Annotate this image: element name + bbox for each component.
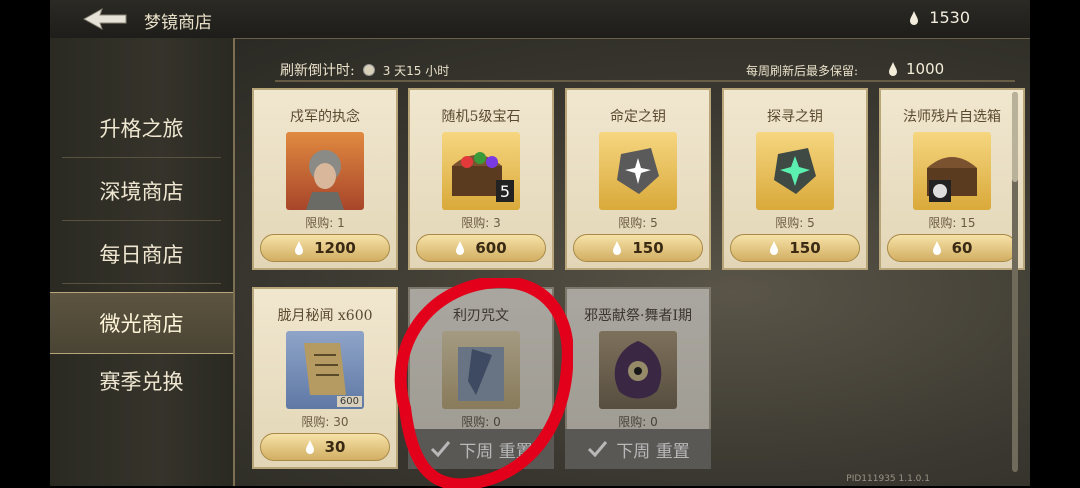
warrior-portrait-icon xyxy=(306,150,344,210)
fate-key-stone-icon xyxy=(617,148,659,194)
item-image xyxy=(442,331,520,409)
glimmer-currency-icon xyxy=(295,241,304,255)
shop-item-card[interactable]: 法师残片自选箱 限购: 15 60 xyxy=(879,88,1025,270)
buy-button[interactable]: 60 xyxy=(887,234,1017,262)
price: 150 xyxy=(632,239,664,257)
item-image: 600 xyxy=(286,331,364,409)
item-name: 随机5级宝石 xyxy=(441,109,521,125)
sidebar: 升格之旅 深境商店 每日商店 微光商店 赛季兑换 xyxy=(50,38,235,486)
price: 150 xyxy=(789,239,821,257)
buy-button[interactable]: 1200 xyxy=(260,234,390,262)
build-info: PID111935 1.1.0.1 xyxy=(846,474,930,484)
shop-item-card[interactable]: 利刃咒文 限购: 0 下周 重置 xyxy=(408,287,554,469)
item-image xyxy=(286,132,364,210)
price: 30 xyxy=(324,438,346,456)
glimmer-currency-icon xyxy=(613,241,622,255)
sidebar-item-daily-shop[interactable]: 每日商店 xyxy=(50,224,233,284)
item-image xyxy=(599,132,677,210)
glimmer-currency-icon xyxy=(910,10,919,25)
refresh-timer: 刷新倒计时: 3 天15 小时 xyxy=(280,60,449,80)
currency-amount: 1530 xyxy=(929,8,970,27)
shop-item-card[interactable]: 戍军的执念 限购: 1 1200 xyxy=(252,88,398,270)
back-button[interactable] xyxy=(80,6,130,32)
shop-item-card[interactable]: 邪恶献祭·舞者I期 限购: 0 下周 重置 xyxy=(565,287,711,469)
weekly-reset-status: 下周 重置 xyxy=(565,429,711,469)
currency-display: 1530 xyxy=(909,8,970,27)
buy-button[interactable]: 600 xyxy=(416,234,546,262)
item-image: 5 xyxy=(442,132,520,210)
purchase-limit: 限购: 5 xyxy=(618,216,658,230)
purchase-limit: 限购: 3 xyxy=(461,216,501,230)
sidebar-item-label: 每日商店 xyxy=(99,243,184,267)
shop-item-card[interactable]: 探寻之钥 限购: 5 150 xyxy=(722,88,868,270)
buy-button[interactable]: 150 xyxy=(730,234,860,262)
item-image xyxy=(913,132,991,210)
refresh-value: 3 天15 小时 xyxy=(382,63,450,78)
purchase-limit: 限购: 0 xyxy=(618,415,658,429)
purchase-limit: 限购: 15 xyxy=(928,216,976,230)
cap-label: 每周刷新后最多保留: xyxy=(746,64,859,78)
reset-label: 下周 重置 xyxy=(459,441,533,462)
back-arrow-icon xyxy=(82,7,127,31)
item-image xyxy=(756,132,834,210)
item-quantity: 600 xyxy=(336,396,362,407)
item-name: 戍军的执念 xyxy=(290,109,360,125)
clock-icon xyxy=(362,64,375,76)
item-name: 胧月秘闻 x600 xyxy=(277,308,373,324)
evil-sacrifice-eye-icon xyxy=(614,341,662,399)
refresh-label: 刷新倒计时: xyxy=(280,63,355,79)
sidebar-item-label: 微光商店 xyxy=(99,312,184,336)
shop-item-card[interactable]: 命定之钥 限购: 5 150 xyxy=(565,88,711,270)
item-name: 法师残片自选箱 xyxy=(903,109,1001,125)
sidebar-item-season-exchange[interactable]: 赛季兑换 xyxy=(50,351,233,411)
buy-button[interactable]: 30 xyxy=(260,433,390,461)
top-bar: 梦镜商店 1530 xyxy=(50,0,1030,39)
item-image xyxy=(599,331,677,409)
item-name: 利刃咒文 xyxy=(453,308,509,324)
price: 1200 xyxy=(314,239,356,257)
sidebar-item-abyss-shop[interactable]: 深境商店 xyxy=(50,161,233,221)
sidebar-item-label: 升格之旅 xyxy=(99,117,184,141)
sidebar-item-label: 赛季兑换 xyxy=(99,370,184,394)
purchase-limit: 限购: 1 xyxy=(305,216,345,230)
glimmer-currency-icon xyxy=(305,440,314,454)
item-name: 命定之钥 xyxy=(610,109,666,125)
gem-level-badge: 5 xyxy=(500,182,510,201)
purchase-limit: 限购: 30 xyxy=(301,415,349,429)
sidebar-item-glimmer-shop[interactable]: 微光商店 xyxy=(50,292,233,354)
purchase-limit: 限购: 5 xyxy=(775,216,815,230)
page-title: 梦镜商店 xyxy=(144,13,212,33)
blade-rune-icon xyxy=(458,347,504,401)
header-divider xyxy=(275,80,1015,82)
treasure-chest-icon: 5 xyxy=(452,152,514,202)
price: 60 xyxy=(951,239,973,257)
purchase-limit: 限购: 0 xyxy=(461,415,501,429)
glimmer-currency-icon xyxy=(932,241,941,255)
price: 600 xyxy=(475,239,507,257)
buy-button[interactable]: 150 xyxy=(573,234,703,262)
mage-shard-chest-icon xyxy=(927,157,977,202)
cap-value-display: 1000 xyxy=(888,60,944,78)
cap-value: 1000 xyxy=(906,60,945,78)
game-screen: 梦镜商店 1530 升格之旅 深境商店 每日商店 微光商店 赛季兑换 刷新倒计时… xyxy=(50,0,1030,486)
scrollbar-thumb[interactable] xyxy=(1012,92,1018,182)
shop-item-card[interactable]: 胧月秘闻 x600 600 限购: 30 30 xyxy=(252,287,398,469)
glimmer-currency-icon xyxy=(456,241,465,255)
weekly-reset-status: 下周 重置 xyxy=(408,429,554,469)
explore-key-stone-icon xyxy=(774,148,816,194)
item-name: 探寻之钥 xyxy=(767,109,823,125)
reset-label: 下周 重置 xyxy=(616,441,690,462)
glimmer-currency-icon xyxy=(889,62,897,76)
item-name: 邪恶献祭·舞者I期 xyxy=(584,308,692,324)
check-icon xyxy=(431,441,451,458)
sidebar-item-label: 深境商店 xyxy=(99,180,184,204)
sidebar-item-ascension[interactable]: 升格之旅 xyxy=(50,98,233,158)
check-icon xyxy=(588,441,608,458)
shop-item-card[interactable]: 随机5级宝石 5 限购: 3 600 xyxy=(408,88,554,270)
glimmer-currency-icon xyxy=(770,241,779,255)
